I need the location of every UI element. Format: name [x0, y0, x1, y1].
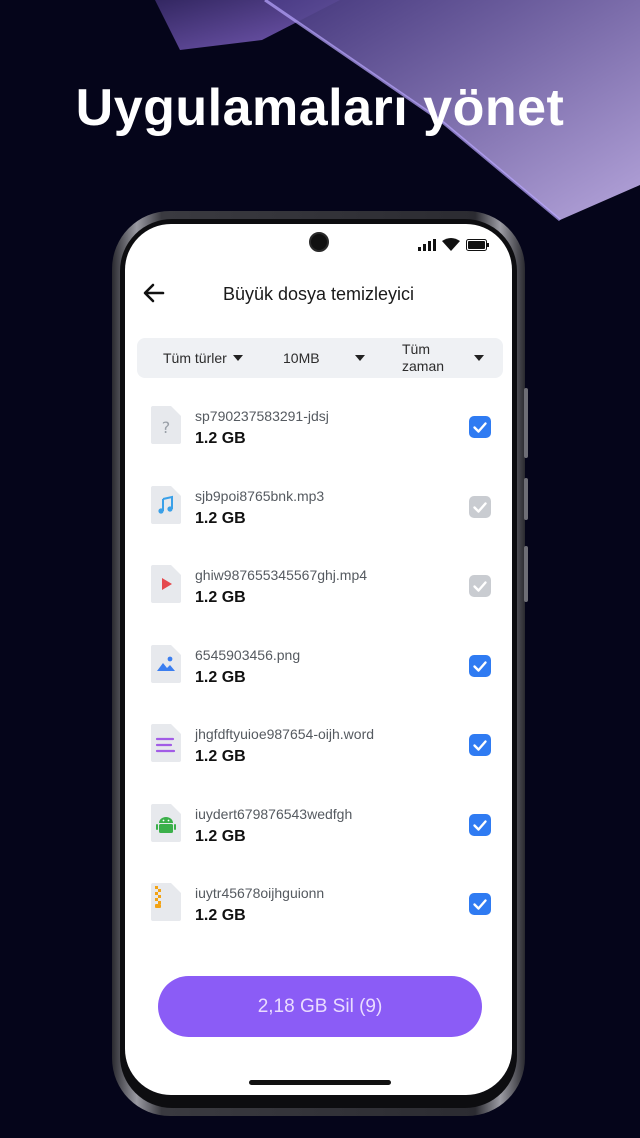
battery-icon: [466, 238, 489, 251]
document-file-icon: [151, 724, 181, 762]
file-checkbox-checked[interactable]: [469, 416, 491, 438]
video-file-icon: [151, 565, 181, 603]
file-list-item[interactable]: ghiw987655345567ghj.mp4 1.2 GB: [125, 553, 512, 633]
file-checkbox-disabled[interactable]: [469, 575, 491, 597]
file-name: 6545903456.png: [195, 646, 301, 663]
file-list-item[interactable]: ? sp790237583291-jdsj 1.2 GB: [125, 394, 512, 474]
app-bar: Büyük dosya temizleyici: [125, 274, 512, 314]
type-filter-label: Tüm türler: [163, 350, 227, 366]
android-apk-icon: [151, 803, 181, 842]
signal-icon: [418, 238, 436, 251]
file-list: ? sp790237583291-jdsj 1.2 GB sjb9poi8765…: [125, 394, 512, 951]
unknown-file-icon: ?: [151, 406, 181, 444]
phone-side-button: [524, 388, 528, 458]
file-checkbox-disabled[interactable]: [469, 495, 491, 518]
phone-side-button: [524, 546, 528, 602]
caret-down-icon: [355, 355, 365, 361]
time-filter-label: Tüm zaman: [402, 341, 462, 375]
file-size: 1.2 GB: [195, 668, 246, 686]
file-checkbox-checked[interactable]: [469, 813, 491, 836]
svg-text:?: ?: [162, 418, 171, 437]
type-filter-dropdown[interactable]: Tüm türler: [163, 338, 243, 378]
file-name: iuydert679876543wedfgh: [195, 805, 353, 822]
file-name: jhgfdftyuioe987654-oijh.word: [195, 726, 375, 742]
caret-down-icon: [474, 355, 484, 361]
time-filter-dropdown[interactable]: Tüm zaman: [402, 338, 484, 378]
time-filter-label-line1: Tüm: [402, 341, 430, 357]
wifi-icon: [442, 238, 460, 251]
size-filter-label: 10MB: [283, 350, 320, 366]
file-checkbox-checked[interactable]: [469, 654, 491, 677]
size-filter-dropdown[interactable]: 10MB: [283, 338, 365, 378]
delete-files-button[interactable]: 2,18 GB Sil (9): [158, 976, 482, 1037]
file-name: iuytr45678oijhguionn: [195, 885, 325, 901]
file-name: ghiw987655345567ghj.mp4: [195, 567, 368, 583]
file-size: 1.2 GB: [195, 589, 246, 606]
filter-bar: Tüm türler 10MB Tüm zaman: [137, 338, 503, 378]
file-list-item[interactable]: iuytr45678oijhguionn 1.2 GB: [125, 871, 512, 951]
image-file-icon: [151, 644, 181, 683]
file-checkbox-checked[interactable]: [469, 734, 491, 756]
file-size: 1.2 GB: [195, 509, 246, 527]
phone-screen: Büyük dosya temizleyici Tüm türler 10MB …: [125, 224, 512, 1095]
file-checkbox-checked[interactable]: [469, 893, 491, 915]
time-filter-label-line2: zaman: [402, 358, 445, 374]
file-list-item[interactable]: iuydert679876543wedfgh 1.2 GB: [125, 792, 512, 872]
file-name: sjb9poi8765bnk.mp3: [195, 487, 325, 504]
file-list-item[interactable]: sjb9poi8765bnk.mp3 1.2 GB: [125, 474, 512, 554]
page-title: Büyük dosya temizleyici: [222, 284, 415, 304]
phone-side-button: [524, 478, 528, 520]
file-size: 1.2 GB: [195, 748, 246, 765]
audio-file-icon: [151, 485, 181, 524]
home-indicator[interactable]: [249, 1080, 391, 1085]
file-list-item[interactable]: jhgfdftyuioe987654-oijh.word 1.2 GB: [125, 712, 512, 792]
front-camera: [309, 232, 329, 252]
file-size: 1.2 GB: [195, 430, 246, 447]
file-name: sp790237583291-jdsj: [195, 408, 329, 424]
file-list-item[interactable]: 6545903456.png 1.2 GB: [125, 633, 512, 713]
status-bar: [418, 238, 490, 251]
file-size: 1.2 GB: [195, 907, 246, 924]
file-size: 1.2 GB: [195, 827, 246, 845]
zip-archive-icon: [151, 883, 181, 921]
headline: Uygulamaları yönet: [75, 79, 565, 137]
caret-down-icon: [232, 355, 243, 361]
